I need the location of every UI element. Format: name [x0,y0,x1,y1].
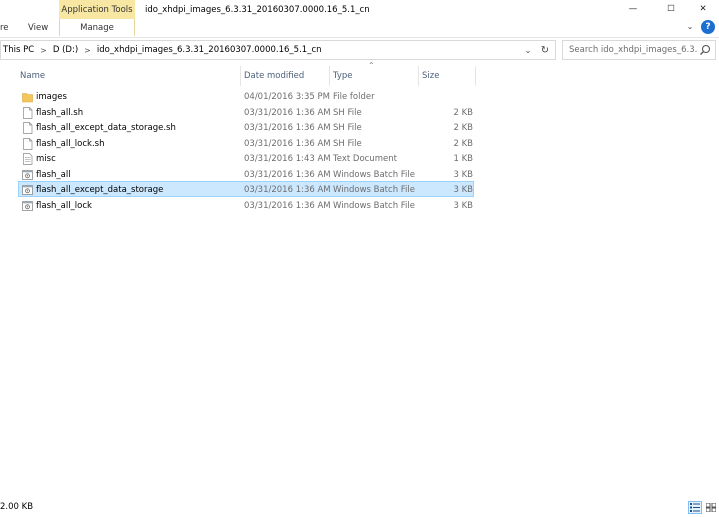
column-header-size[interactable]: Size [419,66,476,86]
status-bar: 2.00 KB [0,498,719,517]
batch-file-icon [22,184,33,196]
large-icons-view-icon [706,503,716,512]
chevron-down-icon: ⌄ [686,22,694,31]
details-view-button[interactable] [688,501,702,514]
maximize-button[interactable]: ☐ [654,0,688,18]
folder-icon [22,91,33,103]
window-title: ido_xhdpi_images_6.3.31_20160307.0000.16… [145,5,370,15]
breadcrumb-folder[interactable]: ido_xhdpi_images_6.3.31_20160307.0000.16… [95,45,324,55]
file-row[interactable]: flash_all_lock.sh 03/31/2016 1:36 AM SH Fi… [18,135,474,151]
file-icon [22,122,33,134]
refresh-button[interactable]: ↻ [538,41,552,59]
file-type: Windows Batch File [333,200,416,211]
file-size: 3 KB [453,200,473,211]
file-row[interactable]: flash_all_except_data_storage 03/31/2016 … [18,181,474,197]
maximize-icon: ☐ [667,4,675,14]
selection-size: 2.00 KB [0,502,34,512]
address-bar[interactable]: This PC > D (D:) > ido_xhdpi_images_6.3.… [0,40,556,60]
text-document-icon [22,153,33,165]
column-header-type[interactable]: Type [330,66,419,86]
file-row[interactable]: flash_all.sh 03/31/2016 1:36 AM SH File 2 K… [18,104,474,120]
file-row[interactable]: flash_all 03/31/2016 1:36 AM Windows Batch… [18,166,474,182]
minimize-icon: — [628,4,638,14]
address-history-button[interactable]: ⌄ [521,41,535,59]
file-row[interactable]: flash_all_except_data_storage.sh 03/31/20… [18,119,474,135]
file-date-modified: 03/31/2016 1:36 AM [244,200,331,211]
search-input[interactable] [569,45,697,55]
batch-file-icon [22,200,33,212]
application-tools-label: Application Tools [59,0,135,19]
column-header-date-modified[interactable]: Date modified [241,66,330,86]
address-bar-row: This PC > D (D:) > ido_xhdpi_images_6.3.… [0,37,719,61]
file-icon [22,106,33,119]
search-box[interactable] [562,40,716,60]
large-icons-view-button[interactable] [704,501,718,514]
chevron-down-icon: ⌄ [524,45,532,55]
search-icon [700,44,711,55]
minimize-button[interactable]: — [616,0,650,18]
help-button[interactable]: ? [701,20,715,34]
file-list: ⌃ Name Date modified Type Size images 04/… [0,61,719,498]
close-icon: ✕ [699,4,707,14]
application-tools-group: Application Tools Manage [59,0,135,36]
breadcrumb-separator-icon[interactable]: > [80,46,95,55]
column-header-name[interactable]: Name [17,66,241,86]
close-button[interactable]: ✕ [686,0,719,18]
breadcrumb-drive[interactable]: D (D:) [51,45,80,55]
file-row[interactable]: flash_all_lock 03/31/2016 1:36 AM Windows … [18,197,474,213]
file-row[interactable]: misc 03/31/2016 1:43 AM Text Document 1 KB [18,150,474,166]
file-name: flash_all_lock [36,200,92,211]
tab-view[interactable]: View [28,19,48,36]
batch-file-icon [22,169,33,181]
details-view-icon [690,503,700,512]
breadcrumb-this-pc[interactable]: This PC [1,45,36,55]
refresh-icon: ↻ [540,44,550,56]
title-bar: re View Application Tools Manage ido_xhd… [0,0,719,40]
ribbon-collapse-button[interactable]: ⌄ [685,22,695,32]
tab-share[interactable]: re [0,19,9,36]
file-icon [22,137,33,150]
tab-manage[interactable]: Manage [59,19,135,36]
breadcrumb-separator-icon[interactable]: > [36,46,51,55]
file-row[interactable]: images 04/01/2016 3:35 PM File folder [18,88,474,104]
